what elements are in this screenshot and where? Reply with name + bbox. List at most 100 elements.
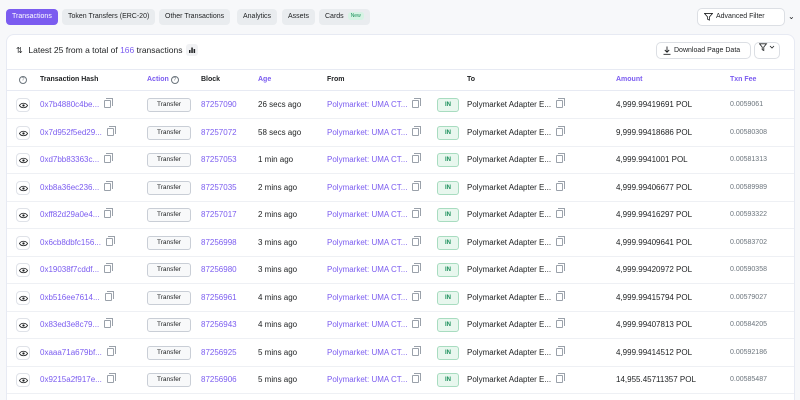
from-address-link[interactable]: Polymarket: UMA CT... [327, 238, 407, 247]
block-link[interactable]: 87256980 [201, 265, 237, 274]
method-badge[interactable]: Transfer [147, 125, 191, 140]
method-badge[interactable]: Transfer [147, 98, 191, 112]
eye-icon[interactable] [16, 263, 30, 277]
copy-icon[interactable] [106, 345, 116, 356]
copy-icon[interactable] [106, 373, 116, 383]
from-address-link[interactable]: Polymarket: UMA CT... [327, 210, 407, 219]
to-address-link[interactable]: Polymarket Adapter E... [467, 128, 551, 137]
copy-icon[interactable] [556, 235, 566, 246]
info-header-icon[interactable]: ? [19, 76, 27, 84]
to-address-link[interactable]: Polymarket Adapter E... [467, 375, 551, 384]
eye-icon[interactable] [16, 125, 30, 140]
method-badge[interactable]: Transfer [147, 263, 191, 277]
tx-hash-link[interactable]: 0xb8a36ec236... [40, 183, 99, 192]
copy-icon[interactable] [104, 180, 114, 191]
to-address-link[interactable]: Polymarket Adapter E... [467, 155, 551, 164]
block-link[interactable]: 87257053 [201, 155, 237, 164]
copy-icon[interactable] [412, 208, 422, 218]
to-address-link[interactable]: Polymarket Adapter E... [467, 293, 551, 302]
to-address-link[interactable]: Polymarket Adapter E... [467, 100, 551, 109]
copy-icon[interactable] [556, 318, 566, 328]
copy-icon[interactable] [412, 125, 422, 136]
copy-icon[interactable] [556, 98, 566, 108]
block-link[interactable]: 87256998 [201, 238, 237, 247]
eye-icon[interactable] [16, 208, 30, 222]
copy-icon[interactable] [412, 263, 422, 273]
copy-icon[interactable] [412, 98, 422, 108]
header-action[interactable]: Action ? [147, 76, 179, 84]
eye-icon[interactable] [16, 345, 30, 360]
header-amount[interactable]: Amount [616, 76, 642, 83]
eye-icon[interactable] [16, 235, 30, 250]
copy-icon[interactable] [104, 263, 114, 273]
copy-icon[interactable] [104, 208, 114, 218]
method-badge[interactable]: Transfer [147, 235, 191, 250]
copy-icon[interactable] [104, 98, 114, 108]
to-address-link[interactable]: Polymarket Adapter E... [467, 348, 551, 357]
header-txn-fee[interactable]: Txn Fee [730, 76, 756, 83]
copy-icon[interactable] [556, 263, 566, 273]
from-address-link[interactable]: Polymarket: UMA CT... [327, 375, 407, 384]
from-address-link[interactable]: Polymarket: UMA CT... [327, 155, 407, 164]
block-link[interactable]: 87256925 [201, 348, 237, 357]
tab-other-transactions[interactable]: Other Transactions [159, 9, 231, 25]
copy-icon[interactable] [412, 318, 422, 328]
copy-icon[interactable] [104, 318, 114, 328]
chevron-down-icon[interactable]: ⌄ [788, 9, 798, 25]
to-address-link[interactable]: Polymarket Adapter E... [467, 183, 551, 192]
method-badge[interactable]: Transfer [147, 318, 191, 332]
tx-hash-link[interactable]: 0x19038f7cddf... [40, 265, 99, 274]
eye-icon[interactable] [16, 180, 30, 195]
from-address-link[interactable]: Polymarket: UMA CT... [327, 265, 407, 274]
copy-icon[interactable] [105, 235, 115, 246]
eye-icon[interactable] [16, 318, 30, 332]
from-address-link[interactable]: Polymarket: UMA CT... [327, 320, 407, 329]
copy-icon[interactable] [556, 125, 566, 136]
eye-icon[interactable] [16, 98, 30, 112]
method-badge[interactable]: Transfer [147, 208, 191, 222]
copy-icon[interactable] [556, 180, 566, 191]
tx-hash-link[interactable]: 0x6cb8dbfc156... [40, 238, 101, 247]
copy-icon[interactable] [556, 153, 566, 163]
block-link[interactable]: 87257072 [201, 128, 237, 137]
tx-hash-link[interactable]: 0xd7bb83363c... [40, 155, 99, 164]
method-badge[interactable]: Transfer [147, 290, 191, 305]
block-link[interactable]: 87256961 [201, 293, 237, 302]
tab-cards[interactable]: Cards New [319, 9, 370, 25]
copy-icon[interactable] [556, 290, 566, 301]
tx-hash-link[interactable]: 0x83ed3e8c79... [40, 320, 99, 329]
header-age[interactable]: Age [258, 76, 271, 83]
to-address-link[interactable]: Polymarket Adapter E... [467, 210, 551, 219]
method-badge[interactable]: Transfer [147, 373, 191, 387]
tab-token-transfers[interactable]: Token Transfers (ERC-20) [62, 9, 156, 25]
to-address-link[interactable]: Polymarket Adapter E... [467, 265, 551, 274]
method-badge[interactable]: Transfer [147, 180, 191, 195]
from-address-link[interactable]: Polymarket: UMA CT... [327, 348, 407, 357]
tx-hash-link[interactable]: 0x7b4880c4be... [40, 100, 99, 109]
copy-icon[interactable] [412, 290, 422, 301]
block-link[interactable]: 87257017 [201, 210, 237, 219]
copy-icon[interactable] [412, 345, 422, 356]
copy-icon[interactable] [412, 180, 422, 191]
table-filter-button[interactable] [754, 42, 780, 59]
eye-icon[interactable] [16, 290, 30, 305]
copy-icon[interactable] [556, 345, 566, 356]
copy-icon[interactable] [104, 290, 114, 301]
copy-icon[interactable] [412, 235, 422, 246]
to-address-link[interactable]: Polymarket Adapter E... [467, 320, 551, 329]
help-icon[interactable]: ? [170, 76, 179, 84]
copy-icon[interactable] [104, 153, 114, 163]
from-address-link[interactable]: Polymarket: UMA CT... [327, 128, 407, 137]
block-link[interactable]: 87257035 [201, 183, 237, 192]
tab-assets[interactable]: Assets [282, 9, 316, 25]
from-address-link[interactable]: Polymarket: UMA CT... [327, 183, 407, 192]
tab-analytics[interactable]: Analytics [237, 9, 278, 25]
method-badge[interactable]: Transfer [147, 345, 191, 360]
tx-hash-link[interactable]: 0x9215a2f917e... [40, 375, 102, 384]
from-address-link[interactable]: Polymarket: UMA CT... [327, 293, 407, 302]
download-page-data-button[interactable]: Download Page Data [656, 42, 751, 59]
copy-icon[interactable] [556, 373, 566, 383]
method-badge[interactable]: Transfer [147, 153, 191, 167]
copy-icon[interactable] [556, 208, 566, 218]
transaction-count[interactable]: 166 [120, 45, 134, 55]
